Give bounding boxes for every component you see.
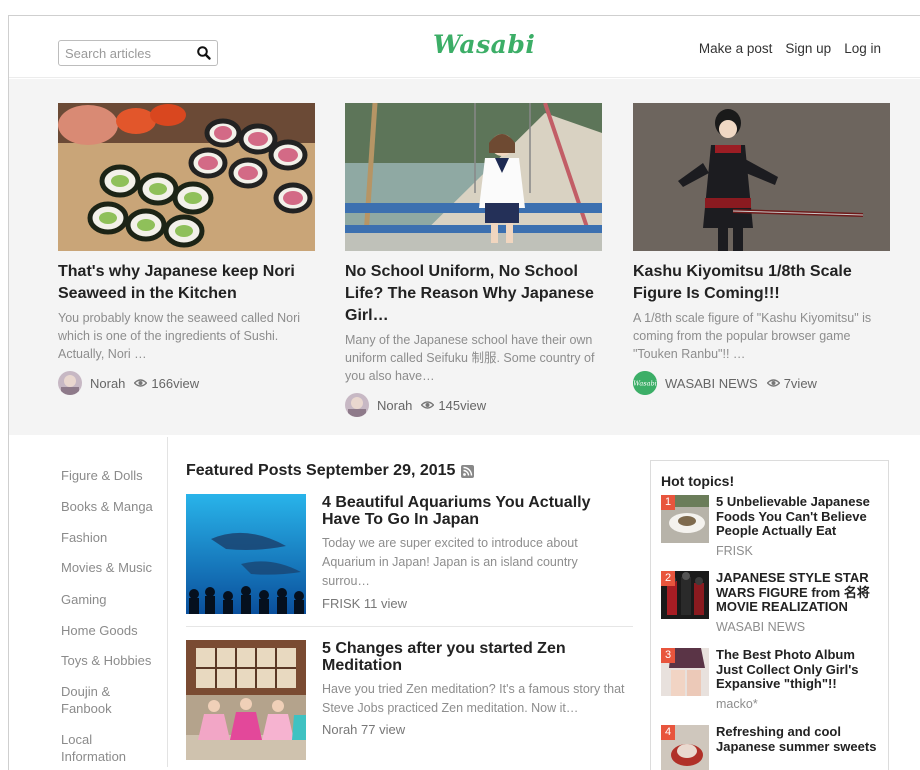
- sidebar-item-books-manga[interactable]: Books & Manga: [61, 498, 161, 515]
- author-name[interactable]: Norah: [377, 398, 412, 413]
- sidebar-item-movies-music[interactable]: Movies & Music: [61, 559, 161, 576]
- aquarium-photo[interactable]: [186, 494, 306, 614]
- hot-topics-title: Hot topics!: [661, 473, 735, 489]
- eye-icon: [134, 379, 148, 387]
- svg-text:Wasabi: Wasabi: [633, 380, 656, 388]
- rank-badge: 4: [661, 725, 675, 740]
- wasabi-news-avatar[interactable]: Wasabi: [633, 371, 657, 395]
- header-nav: Make a post Sign up Log in: [699, 41, 881, 56]
- site-header: Wasabi Make a post Sign up Log in: [9, 16, 920, 78]
- search-input[interactable]: [65, 44, 193, 62]
- eye-icon: [421, 401, 435, 409]
- card-title[interactable]: That's why Japanese keep Nori Seaweed in…: [58, 261, 315, 305]
- eye-icon: [766, 379, 780, 387]
- top-featured-strip: That's why Japanese keep Nori Seaweed in…: [9, 79, 920, 435]
- author-avatar[interactable]: [345, 393, 369, 417]
- hot-topic-source: WASABI NEWS: [716, 620, 806, 634]
- sidebar-item-local-information[interactable]: Local Information: [61, 731, 141, 765]
- view-count: 7view: [783, 375, 817, 391]
- top-card[interactable]: No School Uniform, No School Life? The R…: [345, 103, 602, 417]
- sidebar-item-gaming[interactable]: Gaming: [61, 591, 161, 608]
- wasabi-logo-icon: Wasabi: [633, 371, 657, 395]
- post-title[interactable]: 4 Beautiful Aquariums You Actually Have …: [322, 494, 627, 528]
- site-logo[interactable]: Wasabi: [433, 30, 535, 62]
- post-meta: FRISK 11 view: [322, 596, 408, 611]
- rank-badge: 3: [661, 648, 675, 663]
- make-post-link[interactable]: Make a post: [699, 41, 773, 56]
- hot-topic-source: FRISK: [716, 544, 753, 558]
- sidebar-item-home-goods[interactable]: Home Goods: [61, 622, 161, 639]
- post-description: Have you tried Zen meditation? It's a fa…: [322, 682, 625, 715]
- search-icon[interactable]: [196, 45, 212, 61]
- featured-heading: Featured Posts September 29, 2015: [186, 462, 475, 480]
- sign-up-link[interactable]: Sign up: [785, 41, 831, 56]
- hot-topic-source: macko*: [716, 697, 758, 711]
- sidebar-item-fashion[interactable]: Fashion: [61, 529, 161, 546]
- featured-post[interactable]: 4 Beautiful Aquariums You Actually Have …: [186, 494, 633, 614]
- sidebar-item-doujin-fanbook[interactable]: Doujin & Fanbook: [61, 683, 131, 717]
- card-description: A 1/8th scale figure of "Kashu Kiyomitsu…: [633, 311, 872, 361]
- page-frame: Wasabi Make a post Sign up Log in: [8, 15, 920, 770]
- hot-topic-title[interactable]: Refreshing and cool Japanese summer swee…: [716, 724, 884, 754]
- category-sidebar: Figure & Dolls Books & Manga Fashion Mov…: [9, 437, 168, 767]
- card-meta: Wasabi WASABI NEWS 7view: [633, 371, 890, 395]
- sidebar-item-figure-dolls[interactable]: Figure & Dolls: [61, 467, 161, 484]
- card-title[interactable]: No School Uniform, No School Life? The R…: [345, 261, 602, 327]
- card-description: Many of the Japanese school have their o…: [345, 333, 595, 383]
- card-title[interactable]: Kashu Kiyomitsu 1/8th Scale Figure Is Co…: [633, 261, 890, 305]
- figure-photo[interactable]: [633, 103, 890, 251]
- sushi-photo[interactable]: [58, 103, 315, 251]
- hot-topic-title[interactable]: 5 Unbelievable Japanese Foods You Can't …: [716, 494, 884, 539]
- post-meta: Norah 77 view: [322, 722, 406, 737]
- top-card[interactable]: Kashu Kiyomitsu 1/8th Scale Figure Is Co…: [633, 103, 890, 395]
- hot-topic-title[interactable]: JAPANESE STYLE STAR WARS FIGURE from 名将 …: [716, 570, 884, 615]
- view-count: 145view: [438, 397, 487, 413]
- sidebar-item-toys-hobbies[interactable]: Toys & Hobbies: [61, 652, 161, 669]
- hot-topic-item[interactable]: 3 The Best Photo Album Just Collect Only…: [661, 647, 884, 712]
- author-name[interactable]: Norah: [90, 376, 125, 391]
- author-avatar[interactable]: [58, 371, 82, 395]
- search-box[interactable]: [58, 40, 218, 66]
- featured-post[interactable]: 5 Changes after you started Zen Meditati…: [186, 640, 633, 760]
- hot-topics-panel: Hot topics! 1 5 Unbelievable Japanese Fo…: [650, 460, 889, 770]
- view-count: 166view: [151, 375, 200, 391]
- schoolgirl-photo[interactable]: [345, 103, 602, 251]
- hot-topic-item[interactable]: 4 Refreshing and cool Japanese summer sw…: [661, 724, 884, 770]
- rank-badge: 1: [661, 495, 675, 510]
- post-divider: [186, 626, 633, 627]
- card-meta: Norah 166view: [58, 371, 315, 395]
- zen-meditation-photo[interactable]: [186, 640, 306, 760]
- rss-icon[interactable]: [461, 464, 475, 478]
- log-in-link[interactable]: Log in: [844, 41, 881, 56]
- featured-heading-text: Featured Posts September 29, 2015: [186, 462, 456, 479]
- hot-topic-item[interactable]: 2 JAPANESE STYLE STAR WARS FIGURE from 名…: [661, 570, 884, 635]
- post-title[interactable]: 5 Changes after you started Zen Meditati…: [322, 640, 627, 674]
- author-name[interactable]: WASABI NEWS: [665, 376, 758, 391]
- hot-topic-title[interactable]: The Best Photo Album Just Collect Only G…: [716, 647, 884, 692]
- card-description: You probably know the seaweed called Nor…: [58, 311, 301, 361]
- post-description: Today we are super excited to introduce …: [322, 536, 578, 588]
- card-meta: Norah 145view: [345, 393, 602, 417]
- rank-badge: 2: [661, 571, 675, 586]
- hot-topic-item[interactable]: 1 5 Unbelievable Japanese Foods You Can'…: [661, 494, 884, 559]
- top-card[interactable]: That's why Japanese keep Nori Seaweed in…: [58, 103, 315, 395]
